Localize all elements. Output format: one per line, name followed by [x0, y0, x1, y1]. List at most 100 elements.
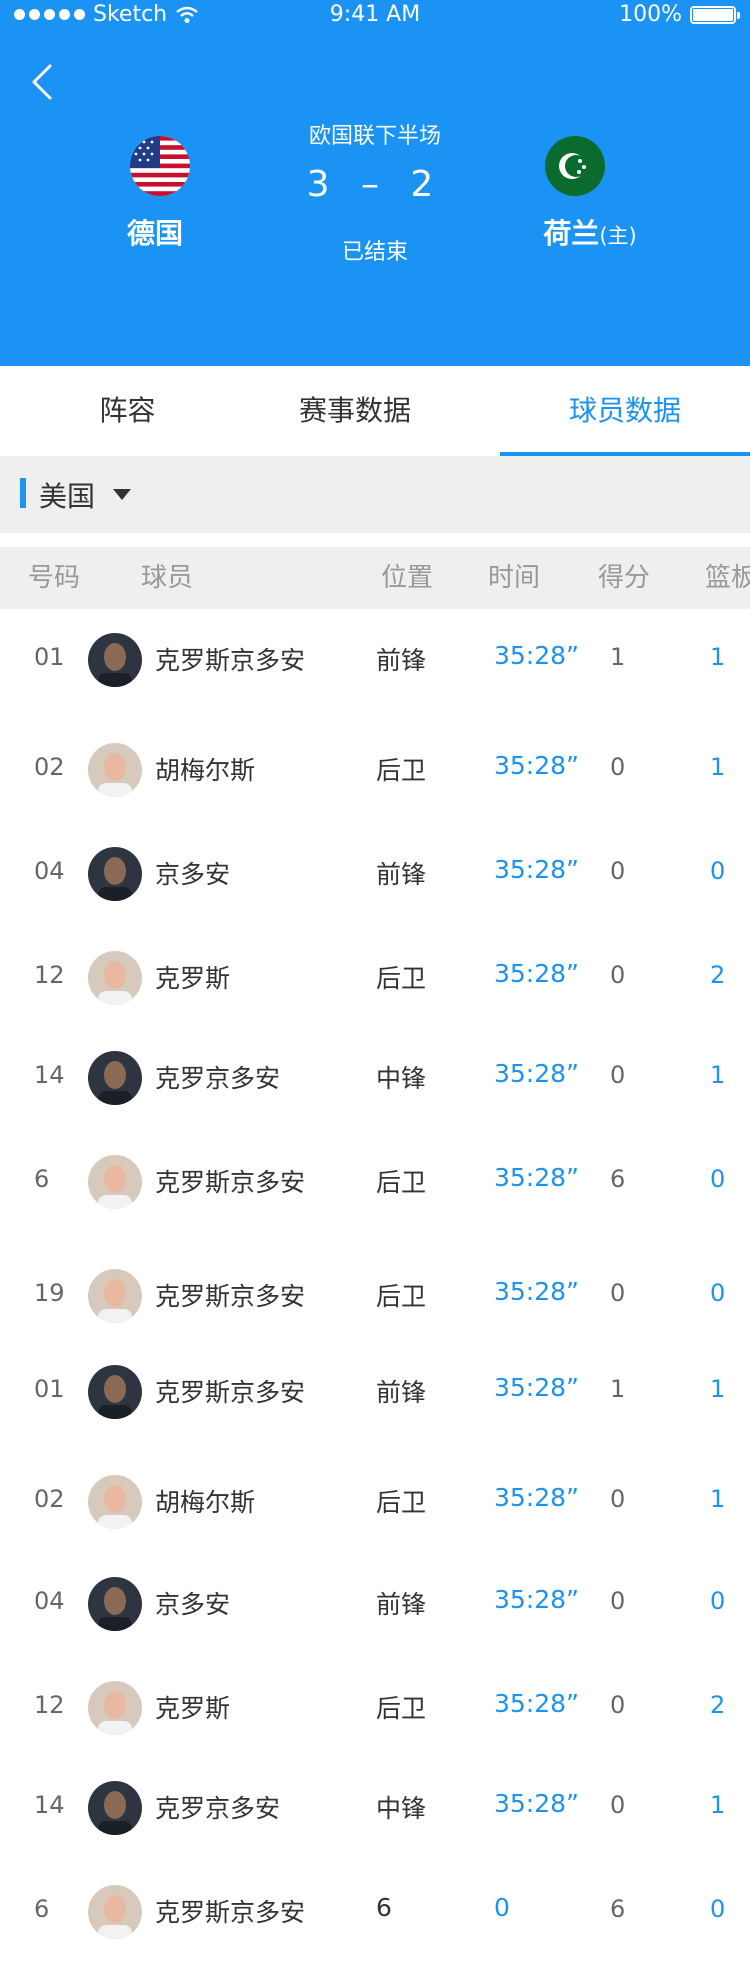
- table-row[interactable]: 6 克罗斯京多安 6 0 6 0: [0, 1861, 750, 1961]
- player-avatar: [88, 743, 142, 797]
- cell-time: 35:28”: [494, 1789, 579, 1818]
- player-avatar: [88, 847, 142, 901]
- cell-time: 35:28”: [494, 1585, 579, 1614]
- cell-number: 14: [34, 1061, 65, 1089]
- table-row[interactable]: 04 京多安 前锋 35:28” 0 0: [0, 823, 750, 927]
- cell-position: 后卫: [376, 1282, 427, 1311]
- home-team-name: 德国: [126, 217, 183, 250]
- player-avatar: [88, 1885, 142, 1939]
- cell-score: 0: [610, 1691, 626, 1719]
- player-table: 01 克罗斯京多安 前锋 35:28” 1 1 02 胡梅尔斯 后卫 35:28” 0 1 04 京多安前…: [0, 609, 750, 1961]
- cell-name: 克罗京多安: [155, 1794, 281, 1823]
- battery-level: [693, 8, 733, 21]
- cell-time: 35:28”: [494, 855, 579, 884]
- tab-player-stats[interactable]: 球员数据: [500, 366, 750, 456]
- away-team-name-wrapper: 荷兰(主): [525, 212, 655, 252]
- cell-score: 6: [610, 1165, 626, 1193]
- cell-score: 0: [610, 753, 626, 781]
- table-row[interactable]: 12 克罗斯 后卫 35:28” 0 2: [0, 1657, 750, 1757]
- cell-time: 35:28”: [494, 751, 579, 780]
- player-avatar: [88, 1155, 142, 1209]
- home-team-flag-icon: [130, 136, 190, 196]
- cell-time: 35:28”: [494, 1689, 579, 1718]
- match-header: Sketch 9:41 AM 100% 德国 欧国联下半场 3 – 2 已结束 …: [0, 0, 750, 366]
- table-row[interactable]: 01 克罗斯京多安 前锋 35:28” 1 1: [0, 1341, 750, 1451]
- status-bar: Sketch 9:41 AM 100%: [0, 0, 750, 34]
- player-avatar: [88, 1269, 142, 1323]
- caret-down-icon: [113, 489, 131, 500]
- cell-score: 0: [610, 961, 626, 989]
- table-row[interactable]: 19 克罗斯京多安 后卫 35:28” 0 0: [0, 1245, 750, 1341]
- cell-score: 1: [610, 1375, 626, 1403]
- table-row[interactable]: 12 克罗斯 后卫 35:28” 0 2: [0, 927, 750, 1027]
- cell-name: 克罗京多安: [155, 1064, 281, 1093]
- cell-extra: 0: [710, 1587, 726, 1615]
- cell-position: 后卫: [376, 964, 427, 993]
- host-tag: (主): [599, 224, 637, 248]
- cell-score: 1: [610, 643, 626, 671]
- status-right: 100%: [619, 2, 740, 27]
- table-row[interactable]: 02 胡梅尔斯 后卫 35:28” 0 1: [0, 1451, 750, 1553]
- cell-time: 35:28”: [494, 1059, 579, 1088]
- table-row[interactable]: 04 京多安 前锋 35:28” 0 0: [0, 1553, 750, 1657]
- cell-number: 02: [34, 1485, 65, 1513]
- tab-lineup[interactable]: 阵容: [0, 366, 255, 456]
- header-number: 号码: [28, 563, 81, 593]
- cell-extra: 0: [710, 1279, 726, 1307]
- header-extra: 篮板: [705, 563, 750, 593]
- header-time: 时间: [488, 563, 541, 593]
- cell-extra: 1: [710, 1791, 726, 1819]
- cell-position: 后卫: [376, 756, 427, 785]
- header-player: 球员: [141, 563, 194, 593]
- cell-number: 01: [34, 643, 65, 671]
- table-row[interactable]: 01 克罗斯京多安 前锋 35:28” 1 1: [0, 609, 750, 719]
- player-avatar: [88, 1475, 142, 1529]
- table-row[interactable]: 6 克罗斯京多安 后卫 35:28” 6 0: [0, 1131, 750, 1245]
- back-chevron-icon[interactable]: [24, 62, 64, 102]
- cell-score: 0: [610, 857, 626, 885]
- match-period: 欧国联下半场: [308, 124, 441, 149]
- cell-extra: 1: [710, 753, 726, 781]
- cell-score: 0: [610, 1279, 626, 1307]
- cell-name: 克罗斯京多安: [155, 646, 306, 675]
- cell-position: 后卫: [376, 1694, 427, 1723]
- cell-score: 0: [610, 1061, 626, 1089]
- cell-score: 0: [610, 1485, 626, 1513]
- cell-number: 6: [34, 1165, 50, 1193]
- cell-time: 35:28”: [494, 1163, 579, 1192]
- cell-time: 35:28”: [494, 1483, 579, 1512]
- cell-position: 前锋: [376, 1590, 427, 1619]
- cell-name: 胡梅尔斯: [155, 756, 256, 785]
- cell-number: 14: [34, 1791, 65, 1819]
- cell-position: 前锋: [376, 1378, 427, 1407]
- player-avatar: [88, 633, 142, 687]
- cell-position: 6: [376, 1893, 392, 1922]
- cell-extra: 2: [710, 1691, 726, 1719]
- cell-number: 04: [34, 1587, 65, 1615]
- battery-percent: 100%: [619, 2, 682, 27]
- player-avatar: [88, 1051, 142, 1105]
- tab-match-stats[interactable]: 赛事数据: [250, 366, 460, 456]
- cell-extra: 2: [710, 961, 726, 989]
- player-avatar: [88, 1365, 142, 1419]
- cell-position: 前锋: [376, 860, 427, 889]
- cell-position: 后卫: [376, 1168, 427, 1197]
- cell-extra: 0: [710, 1165, 726, 1193]
- cell-name: 克罗斯京多安: [155, 1282, 306, 1311]
- cell-number: 19: [34, 1279, 65, 1307]
- player-avatar: [88, 951, 142, 1005]
- cell-name: 克罗斯京多安: [155, 1168, 306, 1197]
- cell-position: 中锋: [376, 1794, 427, 1823]
- cell-name: 克罗斯: [155, 1694, 231, 1723]
- table-header: 号码 球员 位置 时间 得分 篮板: [0, 547, 750, 609]
- table-row[interactable]: 02 胡梅尔斯 后卫 35:28” 0 1: [0, 719, 750, 823]
- header-position: 位置: [381, 563, 434, 593]
- cell-time: 35:28”: [494, 641, 579, 670]
- cell-time: 35:28”: [494, 1373, 579, 1402]
- table-row[interactable]: 14 克罗京多安 中锋 35:28” 0 1: [0, 1027, 750, 1131]
- cell-score: 0: [610, 1791, 626, 1819]
- team-filter[interactable]: 美国: [0, 457, 750, 533]
- cell-name: 胡梅尔斯: [155, 1488, 256, 1517]
- filter-marker: [20, 478, 26, 508]
- table-row[interactable]: 14 克罗京多安 中锋 35:28” 0 1: [0, 1757, 750, 1861]
